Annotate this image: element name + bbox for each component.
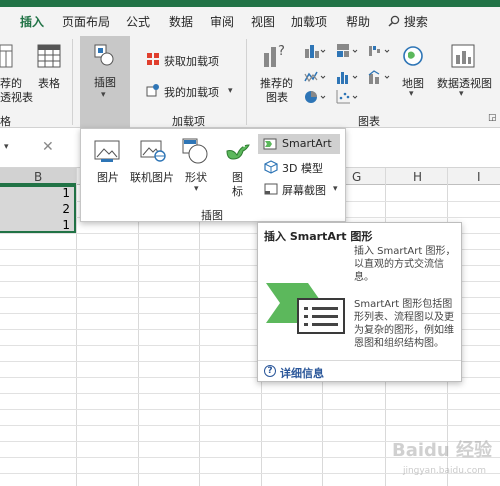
scatter-chart-icon[interactable] — [336, 89, 358, 105]
group-separator — [72, 39, 73, 125]
chevron-down-icon: ▾ — [459, 89, 464, 99]
globe-icon — [403, 46, 423, 66]
ribbon-insert: 荐的 透视表 表格 格 插图 ▾ 获取加载项 我的加载项 ▾ 加载项 ? 推荐的… — [0, 35, 500, 128]
gridline — [76, 168, 77, 486]
combo-chart-icon[interactable] — [368, 69, 390, 85]
group-tables-label: 格 — [0, 115, 11, 128]
tell-me-search[interactable]: 搜索 — [388, 13, 428, 30]
picture-icon — [94, 140, 120, 162]
tab-data[interactable]: 数据 — [169, 13, 193, 30]
statistic-chart-icon[interactable] — [336, 69, 358, 85]
cell-b2[interactable]: 2 — [40, 202, 70, 216]
title-bar-strip — [0, 0, 500, 7]
table-label: 表格 — [38, 77, 60, 90]
my-addins-icon — [146, 84, 159, 97]
smartart-preview-illustration — [266, 283, 345, 334]
chevron-down-icon: ▾ — [333, 184, 338, 194]
gridline — [0, 425, 500, 426]
tooltip-description-1: 插入 SmartArt 图形，以直观的方式交流信息。 — [354, 246, 456, 283]
icons-label-2: 标 — [232, 185, 243, 198]
screenshot-icon — [264, 183, 278, 195]
smartart-label: SmartArt — [282, 137, 332, 150]
hierarchy-chart-icon[interactable] — [336, 43, 358, 59]
gridline — [0, 393, 500, 394]
chevron-down-icon: ▾ — [101, 90, 106, 100]
column-chart-icon[interactable] — [304, 43, 326, 59]
column-label-g: G — [352, 170, 362, 184]
search-icon — [388, 15, 400, 27]
pivot-chart-label: 数据透视图 — [437, 77, 492, 90]
tooltip-title: 插入 SmartArt 图形 — [264, 230, 373, 243]
screenshot-label: 屏幕截图 — [282, 184, 326, 197]
shapes-icon — [182, 138, 208, 164]
shapes-label: 形状 — [185, 171, 207, 184]
tooltip-divider — [258, 360, 461, 361]
table-icon — [37, 44, 61, 68]
illustrations-label: 插图 — [94, 76, 116, 89]
tab-insert[interactable]: 插入 — [20, 13, 44, 30]
pivot-chart-icon — [451, 44, 475, 68]
chevron-down-icon: ▾ — [194, 184, 199, 194]
tab-help[interactable]: 帮助 — [346, 13, 370, 30]
group-separator — [246, 39, 247, 125]
smartart-tooltip: 插入 SmartArt 图形 插入 SmartArt 图形，以直观的方式交流信息… — [257, 222, 462, 382]
my-addins-label: 我的加载项 — [164, 86, 219, 99]
smartart-button[interactable]: SmartArt — [258, 134, 340, 154]
tab-review[interactable]: 审阅 — [210, 13, 234, 30]
name-box-dropdown-icon[interactable]: ▾ — [4, 142, 9, 152]
illustrations-group-label: 插图 — [201, 209, 223, 222]
svg-text:?: ? — [278, 44, 285, 59]
column-label-h: H — [413, 170, 423, 184]
tab-addins[interactable]: 加载项 — [291, 13, 327, 30]
excel-window: 插入 页面布局 公式 数据 审阅 视图 加载项 帮助 搜索 荐的 透视表 表格 … — [0, 0, 500, 486]
online-pictures-label: 联机图片 — [130, 171, 174, 184]
tab-view[interactable]: 视图 — [251, 13, 275, 30]
column-label-i: I — [477, 170, 481, 184]
dialog-launcher-icon[interactable]: ◲ — [488, 113, 497, 123]
search-label: 搜索 — [403, 15, 428, 29]
waterfall-chart-icon[interactable] — [368, 43, 390, 59]
bird-icon — [226, 144, 250, 160]
illustrations-icon — [94, 44, 114, 66]
chevron-down-icon: ▾ — [409, 89, 414, 99]
group-charts-label: 图表 — [358, 115, 380, 128]
tooltip-description-2: SmartArt 图形包括图形列表、流程图以及更为复杂的图形，例如维恩图和组织结… — [354, 299, 454, 349]
watermark-url: jingyan.baidu.com — [402, 466, 486, 476]
recommended-charts-icon: ? — [264, 44, 285, 67]
help-icon[interactable]: ? — [264, 365, 276, 377]
tab-formulas[interactable]: 公式 — [126, 13, 150, 30]
pie-chart-icon[interactable] — [304, 89, 326, 105]
column-label-b: B — [34, 170, 43, 184]
store-icon — [147, 53, 159, 65]
cell-b3[interactable]: 1 — [40, 218, 70, 232]
pictures-label: 图片 — [97, 171, 119, 184]
online-picture-icon — [140, 140, 166, 162]
smartart-icon — [263, 138, 277, 150]
line-chart-icon[interactable] — [304, 69, 326, 85]
watermark: Baidu 经验 — [391, 440, 492, 461]
pivot-table-icon — [0, 44, 13, 68]
illustrations-button[interactable]: 插图 ▾ — [80, 36, 130, 128]
cell-b1[interactable]: 1 — [40, 186, 70, 200]
group-addins-label: 加载项 — [172, 115, 205, 128]
cube-icon — [264, 160, 278, 174]
recommended-charts-label-2: 图表 — [266, 91, 288, 104]
recommended-pivot-label-2: 透视表 — [0, 91, 33, 104]
3d-models-label: 3D 模型 — [282, 162, 323, 175]
chevron-down-icon: ▾ — [228, 86, 233, 96]
cancel-icon[interactable]: ✕ — [42, 139, 54, 155]
tell-me-more-link[interactable]: 详细信息 — [280, 365, 324, 381]
gridline — [0, 409, 500, 410]
get-addins-label: 获取加载项 — [164, 55, 219, 68]
tab-page-layout[interactable]: 页面布局 — [62, 13, 110, 30]
ribbon-tabs: 插入 页面布局 公式 数据 审阅 视图 加载项 帮助 搜索 — [0, 7, 500, 39]
illustrations-dropdown: 图片 联机图片 形状 ▾ 图 标 SmartArt 3D 模型 屏幕截图 ▾ 插… — [80, 128, 346, 222]
